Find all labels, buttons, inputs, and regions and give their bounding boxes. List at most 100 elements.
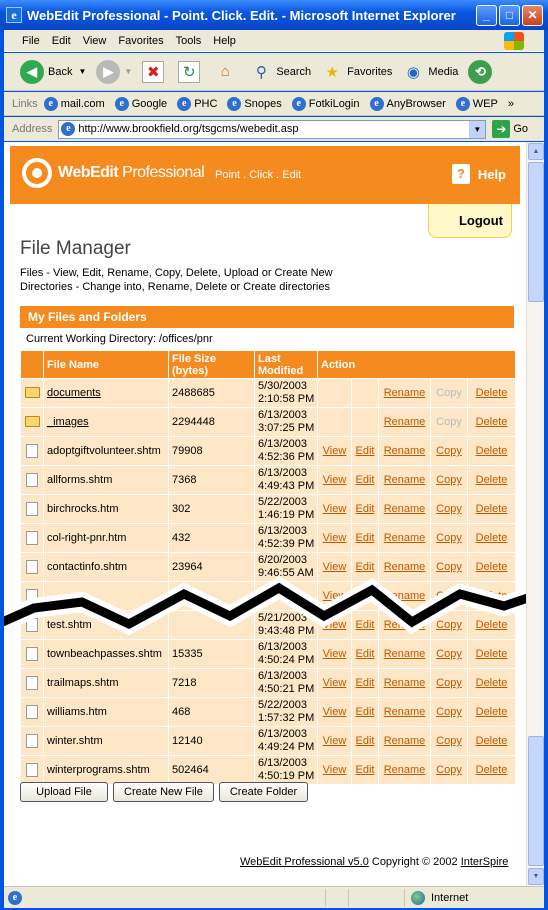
delete-link[interactable]: Delete: [468, 408, 516, 436]
edit-link[interactable]: Edit: [352, 727, 378, 755]
stop-button[interactable]: ✖: [142, 60, 168, 83]
rename-link[interactable]: Rename: [379, 379, 430, 407]
copy-link[interactable]: Copy: [431, 669, 467, 697]
view-link[interactable]: View: [318, 495, 351, 523]
view-link[interactable]: View: [318, 669, 351, 697]
copy-link[interactable]: Copy: [431, 640, 467, 668]
rename-link[interactable]: Rename: [379, 611, 430, 639]
rename-link[interactable]: Rename: [379, 524, 430, 552]
rename-link[interactable]: Rename: [379, 756, 430, 784]
menu-file[interactable]: File: [22, 35, 40, 47]
delete-link[interactable]: Delete: [468, 756, 516, 784]
delete-link[interactable]: Delete: [468, 727, 516, 755]
edit-link[interactable]: Edit: [352, 495, 378, 523]
rename-link[interactable]: Rename: [379, 640, 430, 668]
menu-view[interactable]: View: [83, 35, 107, 47]
address-input[interactable]: e http://www.brookfield.org/tsgcms/webed…: [58, 119, 487, 139]
rename-link[interactable]: Rename: [379, 408, 430, 436]
copy-link[interactable]: Copy: [431, 553, 467, 581]
link-snopes[interactable]: e Snopes: [227, 96, 282, 111]
view-link[interactable]: View: [318, 437, 351, 465]
search-button[interactable]: ⚲ Search: [250, 61, 311, 83]
forward-button[interactable]: ▶ ▼: [96, 59, 132, 84]
view-link[interactable]: View: [318, 466, 351, 494]
view-link[interactable]: View: [318, 611, 351, 639]
minimize-button[interactable]: _: [476, 4, 497, 26]
copy-link[interactable]: Copy: [431, 437, 467, 465]
back-dropdown-icon[interactable]: ▼: [78, 67, 86, 76]
copy-link[interactable]: Copy: [431, 582, 467, 610]
help-link[interactable]: ? Help: [451, 164, 506, 184]
vertical-scrollbar[interactable]: ▲ ▼: [526, 142, 544, 886]
footer-product-link[interactable]: WebEdit Professional v5.0: [240, 856, 369, 868]
edit-link[interactable]: Edit: [352, 756, 378, 784]
folder-link[interactable]: documents: [47, 387, 101, 399]
menu-edit[interactable]: Edit: [52, 35, 71, 47]
rename-link[interactable]: Rename: [379, 727, 430, 755]
address-dropdown-icon[interactable]: ▼: [469, 120, 486, 138]
edit-link[interactable]: Edit: [352, 437, 378, 465]
copy-link[interactable]: Copy: [431, 756, 467, 784]
edit-link[interactable]: Edit: [352, 524, 378, 552]
delete-link[interactable]: Delete: [468, 553, 516, 581]
link-google[interactable]: e Google: [114, 96, 167, 111]
copy-link[interactable]: Copy: [431, 611, 467, 639]
edit-link[interactable]: Edit: [352, 466, 378, 494]
menu-favorites[interactable]: Favorites: [118, 35, 163, 47]
delete-link[interactable]: Delete: [468, 582, 516, 610]
edit-link[interactable]: Edit: [352, 669, 378, 697]
history-button[interactable]: ⟲: [468, 59, 496, 84]
view-link[interactable]: View: [318, 756, 351, 784]
delete-link[interactable]: Delete: [468, 698, 516, 726]
menu-tools[interactable]: Tools: [176, 35, 202, 47]
title-bar[interactable]: e WebEdit Professional - Point. Click. E…: [0, 0, 548, 30]
favorites-button[interactable]: ★ Favorites: [321, 61, 392, 83]
rename-link[interactable]: Rename: [379, 582, 430, 610]
rename-link[interactable]: Rename: [379, 466, 430, 494]
folder-link[interactable]: _images: [47, 416, 89, 428]
edit-link[interactable]: Edit: [352, 698, 378, 726]
edit-link[interactable]: Edit: [352, 582, 378, 610]
back-button[interactable]: ◀ Back ▼: [20, 59, 86, 84]
delete-link[interactable]: Delete: [468, 524, 516, 552]
link-mail[interactable]: e mail.com: [43, 96, 105, 111]
view-link[interactable]: View: [318, 582, 351, 610]
rename-link[interactable]: Rename: [379, 437, 430, 465]
file-name-cell[interactable]: _images: [44, 408, 168, 436]
copy-link[interactable]: Copy: [431, 466, 467, 494]
delete-link[interactable]: Delete: [468, 669, 516, 697]
media-button[interactable]: ◉ Media: [402, 61, 459, 83]
scroll-up-icon[interactable]: ▲: [528, 143, 544, 160]
delete-link[interactable]: Delete: [468, 466, 516, 494]
copy-link[interactable]: Copy: [431, 495, 467, 523]
view-link[interactable]: View: [318, 553, 351, 581]
file-name-cell[interactable]: documents: [44, 379, 168, 407]
view-link[interactable]: View: [318, 524, 351, 552]
scroll-thumb-lower[interactable]: [528, 736, 544, 866]
rename-link[interactable]: Rename: [379, 495, 430, 523]
edit-link[interactable]: Edit: [352, 611, 378, 639]
edit-link[interactable]: Edit: [352, 553, 378, 581]
upload-file-button[interactable]: Upload File: [20, 782, 108, 802]
copy-link[interactable]: Copy: [431, 698, 467, 726]
delete-link[interactable]: Delete: [468, 437, 516, 465]
footer-company-link[interactable]: InterSpire: [461, 856, 509, 868]
delete-link[interactable]: Delete: [468, 495, 516, 523]
forward-dropdown-icon[interactable]: ▼: [124, 67, 132, 76]
delete-link[interactable]: Delete: [468, 611, 516, 639]
refresh-button[interactable]: ↻: [178, 60, 204, 83]
scroll-thumb[interactable]: [528, 162, 544, 302]
create-new-file-button[interactable]: Create New File: [113, 782, 214, 802]
link-fotkilogin[interactable]: e FotkiLogin: [291, 96, 360, 111]
link-wep[interactable]: e WEP: [455, 96, 498, 111]
rename-link[interactable]: Rename: [379, 669, 430, 697]
logout-button[interactable]: Logout: [428, 204, 512, 238]
maximize-button[interactable]: □: [499, 4, 520, 26]
menu-help[interactable]: Help: [213, 35, 236, 47]
link-anybrowser[interactable]: e AnyBrowser: [369, 96, 446, 111]
delete-link[interactable]: Delete: [468, 379, 516, 407]
links-more-chevron[interactable]: »: [508, 98, 514, 110]
delete-link[interactable]: Delete: [468, 640, 516, 668]
close-button[interactable]: ✕: [522, 4, 543, 26]
scroll-down-icon[interactable]: ▼: [528, 868, 544, 885]
